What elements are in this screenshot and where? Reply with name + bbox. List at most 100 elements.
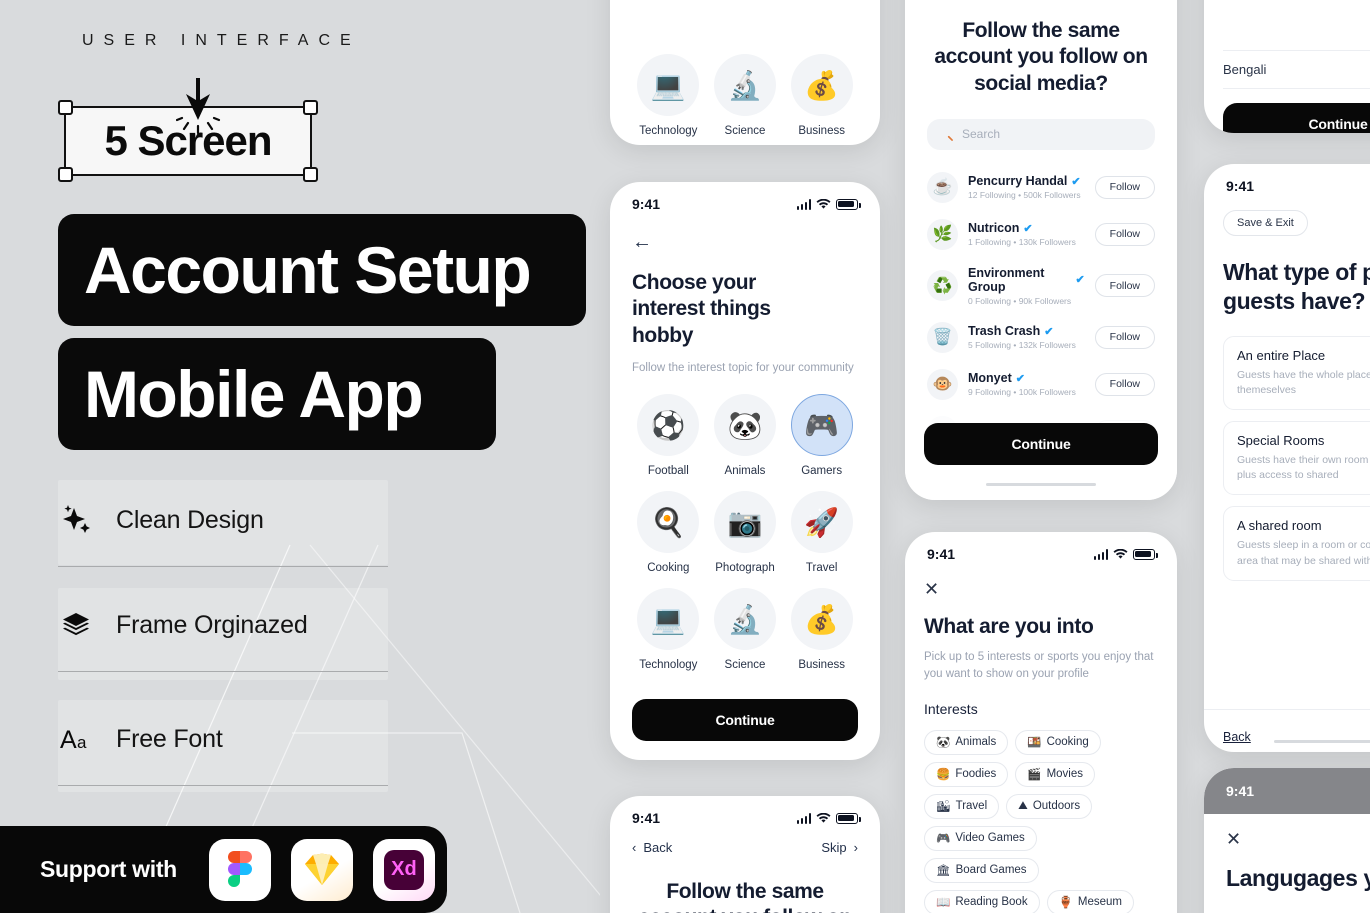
interest-item[interactable]: 💻 Technology (632, 54, 705, 137)
phone-place-type: 9:41 Save & Exit What type of place gues… (1204, 164, 1370, 752)
save-exit-button[interactable]: Save & Exit (1223, 210, 1308, 236)
signal-icon (1093, 548, 1108, 560)
status-time: 9:41 (632, 196, 661, 212)
interest-label: Travel (805, 562, 838, 575)
feature-label: Frame Orginazed (116, 610, 308, 639)
sparkle-icon (58, 505, 94, 535)
interest-emoji: 💻 (637, 588, 700, 651)
feature-clean-design: Clean Design (58, 492, 388, 567)
close-icon[interactable]: ✕ (924, 580, 1158, 598)
chip-emoji: 🏙 (936, 801, 951, 814)
follow-button[interactable]: Follow (1094, 325, 1155, 349)
feature-divider (58, 785, 388, 786)
option-desc: Guests have the whole place themeselves (1237, 368, 1370, 396)
chip-emoji: 🏺 (1058, 897, 1073, 910)
account-row[interactable]: 🐵 Monyet ✔ 9 Following • 100k Followers F… (927, 361, 1155, 408)
account-row[interactable]: 🌿 Nutricon ✔ 1 Following • 130k Followers… (927, 211, 1155, 258)
option-desc: Guests sleep in a room or common area th… (1237, 539, 1370, 567)
interest-chip-reading-book[interactable]: 📖 Reading Book (924, 889, 1040, 913)
interest-label: Photograph (715, 562, 775, 575)
place-option-shared[interactable]: A shared room Guests sleep in a room or … (1223, 506, 1370, 581)
chip-label: Reading Book (955, 896, 1028, 909)
interest-item-technology[interactable]: 💻 Technology (632, 588, 705, 671)
interest-item-travel[interactable]: 🚀 Travel (785, 491, 858, 574)
continue-button[interactable]: Continue (632, 699, 858, 742)
back-link[interactable]: Back (1223, 730, 1251, 744)
battery-icon (836, 812, 861, 824)
eyebrow-text: USER INTERFACE (82, 32, 361, 49)
home-indicator (986, 482, 1096, 486)
interest-chip-animals[interactable]: 🐼 Animals (924, 729, 1009, 755)
interest-chip-movies[interactable]: 🎬 Movies (1015, 761, 1096, 787)
continue-button[interactable]: Continue (1223, 103, 1370, 133)
status-time: 9:41 (632, 810, 661, 826)
chip-label: Movies (1046, 768, 1084, 781)
search-placeholder: Search (962, 127, 1001, 142)
option-desc: Guests have their own room in home, plus… (1237, 453, 1370, 482)
verified-badge-icon: ✔ (1044, 325, 1054, 338)
chip-label: Travel (955, 800, 988, 813)
interest-item-cooking[interactable]: 🍳 Cooking (632, 491, 705, 574)
cursor-arrow-icon (176, 78, 221, 135)
skip-button[interactable]: Skip › (821, 840, 858, 855)
support-label: Support with (40, 856, 177, 882)
figma-icon[interactable] (208, 838, 271, 901)
selection-handle-icon (303, 100, 318, 115)
selection-handle-icon (58, 100, 73, 115)
interest-item-science[interactable]: 🔬 Science (709, 588, 782, 671)
account-name: Trash Crash (968, 324, 1041, 339)
account-name: Monyet (968, 371, 1012, 386)
account-meta: 12 Following • 500k Followers (968, 190, 1081, 201)
interest-item[interactable]: 💰 Business (785, 54, 858, 137)
follow-button[interactable]: Follow (1094, 222, 1155, 246)
place-option-entire[interactable]: An entire Place Guests have the whole pl… (1223, 335, 1370, 410)
search-input[interactable]: Search (927, 118, 1155, 150)
interest-chip-outdoors[interactable]: ⛰ Outdoors (1006, 793, 1093, 819)
home-indicator (1274, 739, 1370, 743)
status-time: 9:41 (927, 546, 956, 562)
follow-button[interactable]: Follow (1094, 175, 1155, 199)
interest-chip-board-games[interactable]: 🏛 Board Games (924, 857, 1039, 883)
interest-chip-cooking[interactable]: 🍱 Cooking (1015, 729, 1101, 755)
interest-item[interactable]: 🔬 Science (709, 54, 782, 137)
interest-chip-foodies[interactable]: 🍔 Foodies (924, 761, 1009, 787)
layers-icon (58, 610, 94, 640)
interest-item-football[interactable]: ⚽ Football (632, 394, 705, 477)
account-row[interactable]: 🗑️ Trash Crash ✔ 5 Following • 132k Follo… (927, 314, 1155, 361)
account-row[interactable]: ♻️ Environment Group ✔ 0 Following • 90k … (927, 258, 1155, 314)
verified-badge-icon: ✔ (1015, 372, 1025, 385)
language-option-bengali[interactable]: Bengali (1223, 51, 1370, 89)
verified-badge-icon: ✔ (1071, 175, 1081, 188)
status-bar: 9:41 (610, 796, 880, 828)
sketch-icon[interactable] (290, 838, 353, 901)
continue-button[interactable]: Continue (924, 422, 1158, 465)
selection-handle-icon (303, 167, 318, 182)
interest-chip-travel[interactable]: 🏙 Travel (924, 793, 1000, 819)
chip-emoji: 🎮 (936, 833, 951, 846)
title-line-2: Mobile App (58, 338, 496, 450)
follow-button[interactable]: Follow (1094, 372, 1155, 396)
interest-item-gamers[interactable]: 🎮 Gamers (785, 394, 858, 477)
account-meta: 9 Following • 100k Followers (968, 387, 1076, 398)
interest-chip-meseum[interactable]: 🏺 Meseum (1046, 889, 1135, 913)
wifi-icon (816, 198, 831, 209)
avatar: 🌿 (927, 218, 958, 250)
place-option-special[interactable]: Special Rooms Guests have their own room… (1223, 420, 1370, 496)
account-row[interactable]: ☕ Pencurry Handal ✔ 12 Following • 500k F… (927, 164, 1155, 211)
account-meta: 5 Following • 132k Followers (968, 340, 1076, 351)
interest-item-photograph[interactable]: 📷 Photograph (709, 491, 782, 574)
feature-free-font: A a Free Font (58, 711, 388, 786)
phone-follow-accounts-header: 9:41 ‹ Back Skip › Follow the same acc (610, 796, 880, 913)
chip-label: Board Games (955, 864, 1027, 877)
close-icon[interactable]: ✕ (1226, 830, 1370, 848)
back-button[interactable]: ‹ Back (632, 840, 672, 855)
back-arrow-icon[interactable]: ← (632, 232, 858, 252)
follow-button[interactable]: Follow (1094, 274, 1155, 298)
interest-item-animals[interactable]: 🐼 Animals (709, 394, 782, 477)
adobe-xd-icon[interactable]: Xd (372, 838, 435, 901)
selection-handle-icon (58, 167, 73, 182)
interest-chip-video-games[interactable]: 🎮 Video Games (924, 825, 1037, 851)
interest-item-business[interactable]: 💰 Business (785, 588, 858, 671)
back-label: Back (643, 840, 673, 855)
interest-emoji: 🔬 (713, 588, 776, 651)
